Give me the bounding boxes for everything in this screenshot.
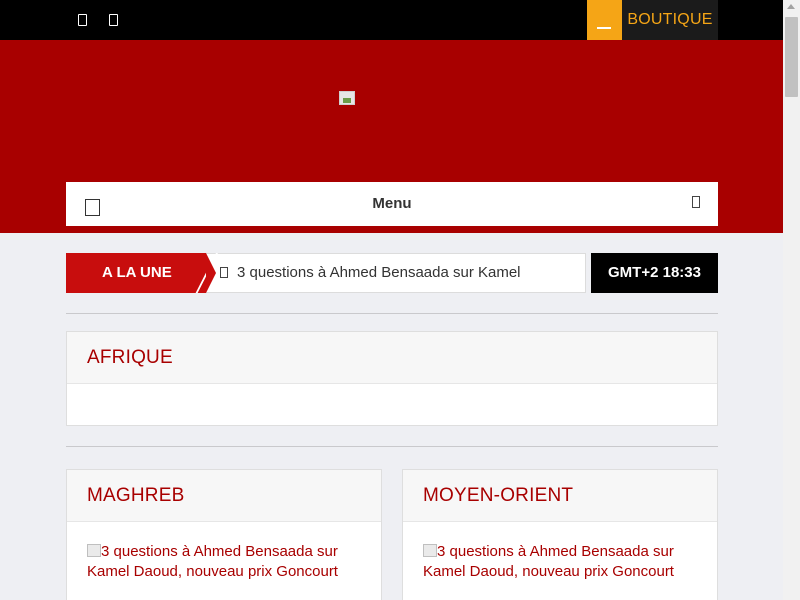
section-maghreb: MAGHREB 3 questions à Ahmed Bensaada sur… [66,469,382,600]
page: BOUTIQUE Menu A LA UNE 3 questions à Ahm… [0,0,783,600]
scrollbar-thumb[interactable] [785,17,798,97]
section-header: MOYEN-ORIENT [403,470,717,522]
section-afrique: AFRIQUE [66,331,718,426]
shop-link[interactable]: BOUTIQUE [622,0,718,40]
clock-display: GMT+2 18:33 [591,253,718,293]
social-icon-1[interactable] [75,11,89,27]
site-header: Menu [0,40,783,233]
shop-toggle-button[interactable] [587,0,622,40]
article-title: 3 questions à Ahmed Bensaada sur Kamel D… [423,543,674,580]
section-title-maghreb[interactable]: MAGHREB [87,470,184,522]
main-menu-bar: Menu [66,182,718,226]
social-icon-2[interactable] [106,11,120,27]
vertical-scrollbar[interactable] [783,0,800,600]
section-header: MAGHREB [67,470,381,522]
divider [66,313,718,314]
article-icon [220,267,228,278]
search-icon[interactable] [692,196,700,208]
divider [66,446,718,447]
section-header: AFRIQUE [67,332,717,384]
broken-image-icon [339,91,355,105]
minus-icon [597,27,611,29]
article-title: 3 questions à Ahmed Bensaada sur Kamel D… [87,543,338,580]
news-ticker: A LA UNE 3 questions à Ahmed Bensaada su… [66,253,586,293]
broken-image-icon [87,544,101,557]
ticker-headline-link[interactable]: 3 questions à Ahmed Bensaada sur Kamel [237,254,582,292]
menu-toggle-label[interactable]: Menu [66,182,718,226]
site-logo[interactable] [339,91,355,105]
top-bar: BOUTIQUE [0,0,783,40]
section-title-moyen-orient[interactable]: MOYEN-ORIENT [423,470,573,522]
section-title-afrique[interactable]: AFRIQUE [87,332,173,384]
article-link[interactable]: 3 questions à Ahmed Bensaada sur Kamel D… [423,542,703,582]
broken-image-icon [423,544,437,557]
section-moyen-orient: MOYEN-ORIENT 3 questions à Ahmed Bensaad… [402,469,718,600]
article-link[interactable]: 3 questions à Ahmed Bensaada sur Kamel D… [87,542,367,582]
scroll-up-arrow-icon[interactable] [787,4,795,9]
ticker-tag: A LA UNE [66,253,216,293]
